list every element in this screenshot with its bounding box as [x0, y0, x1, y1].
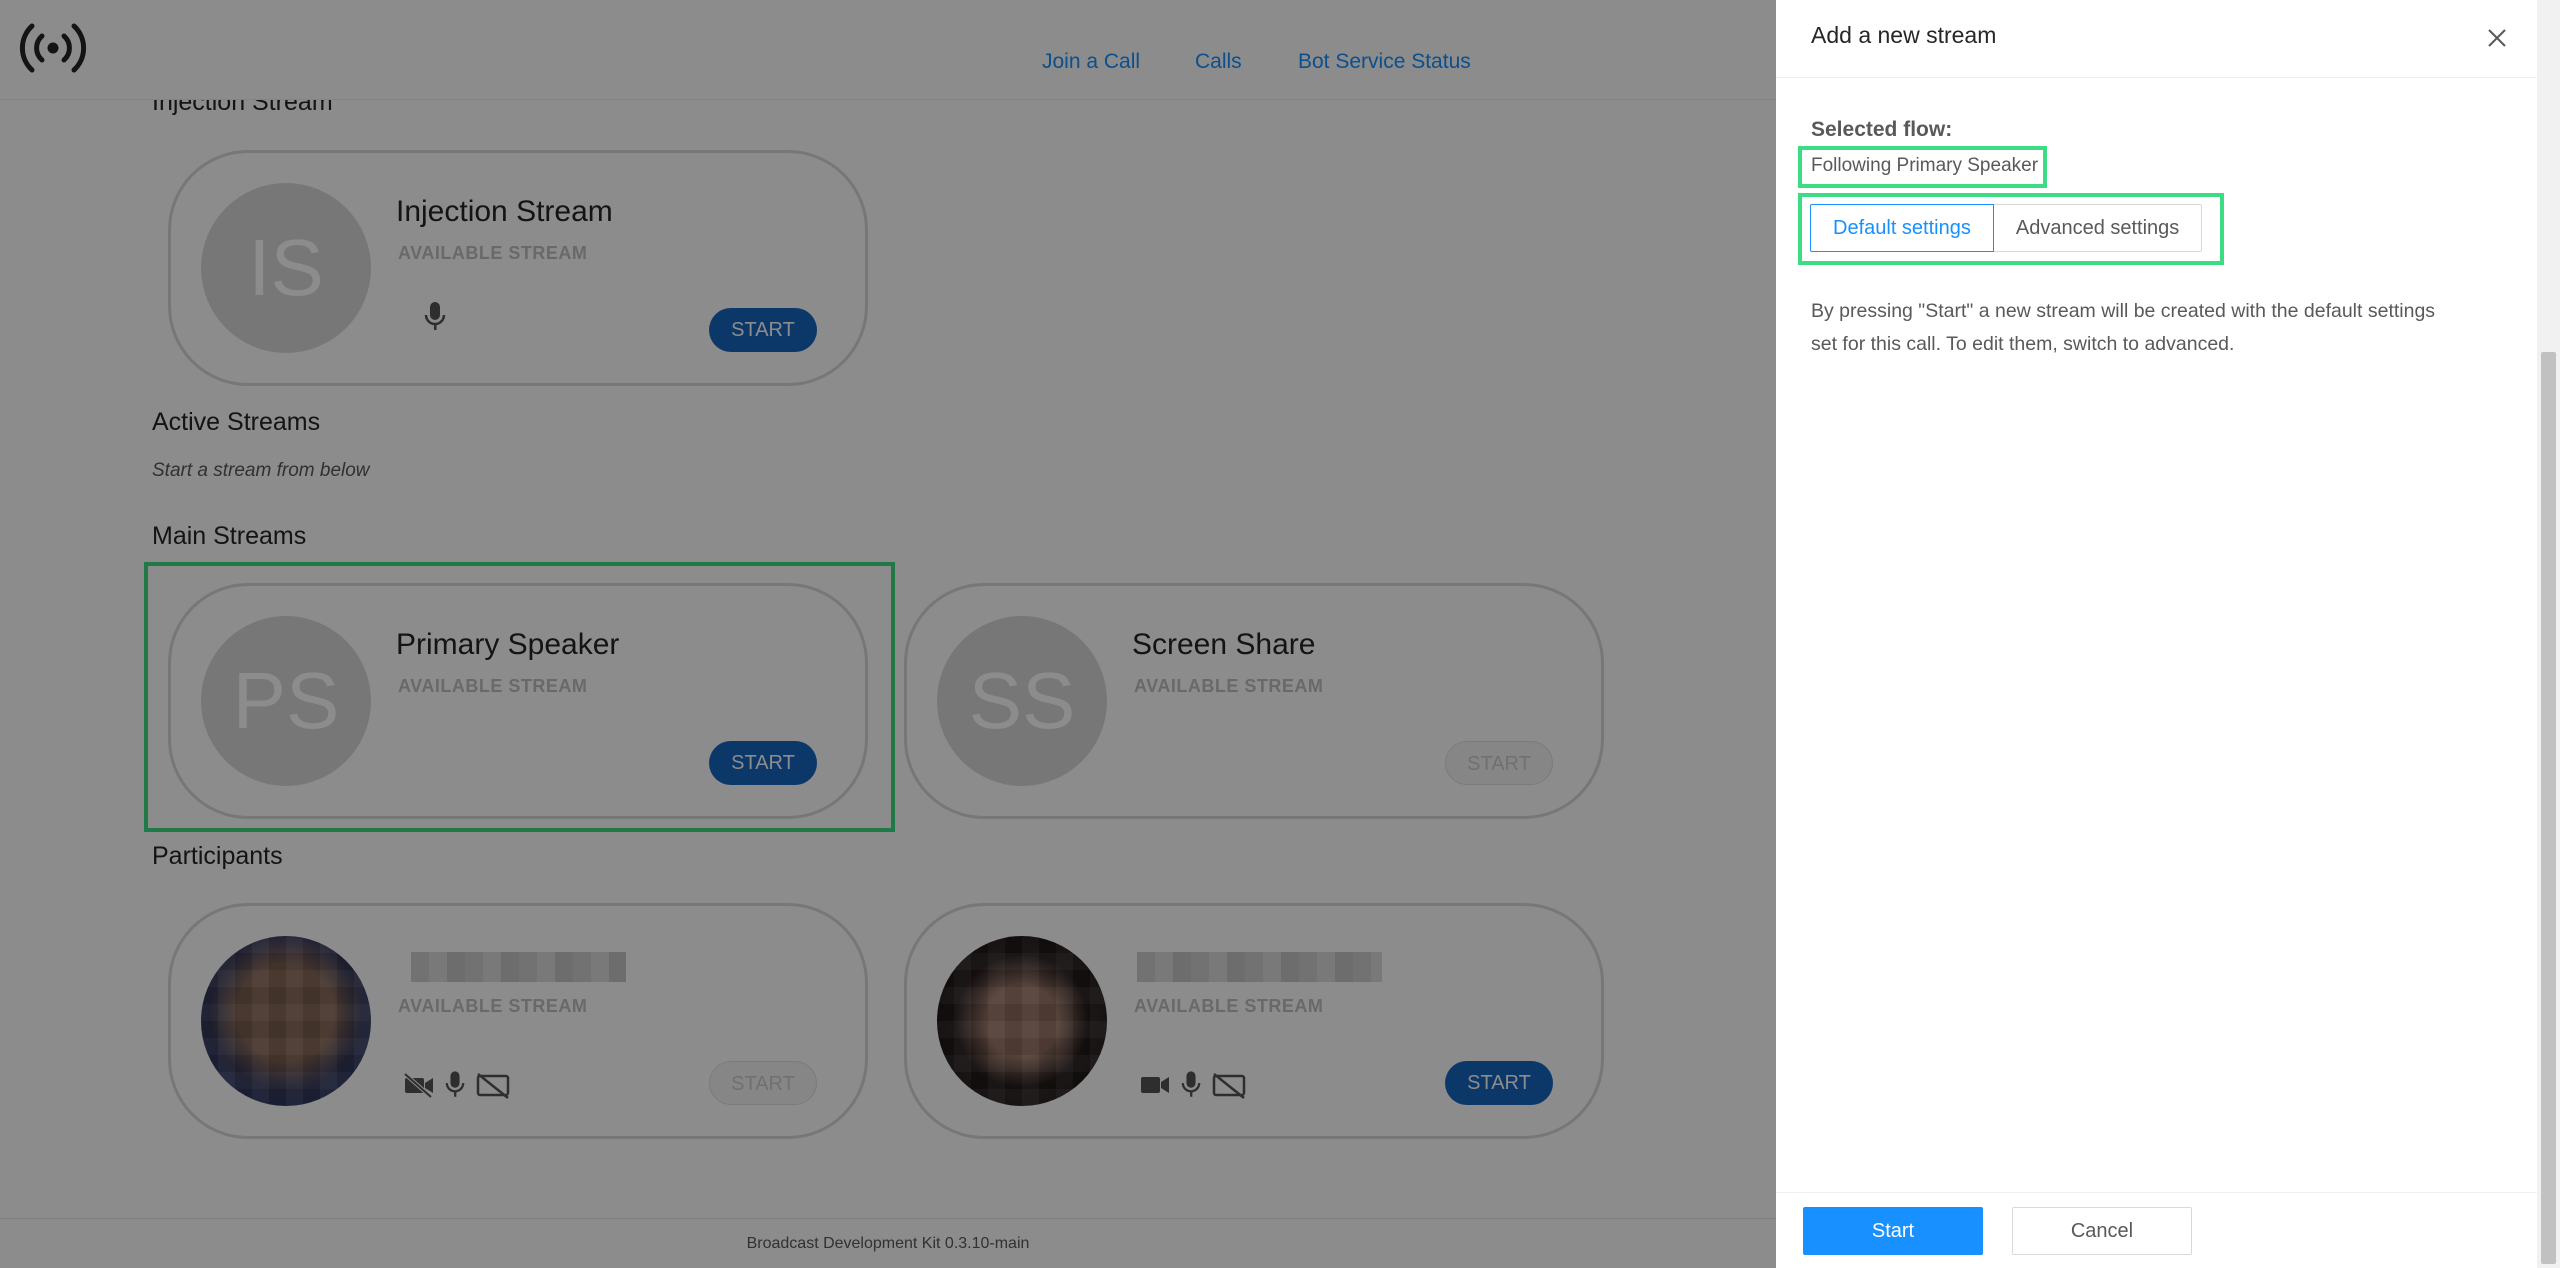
start-button[interactable]: Start	[1803, 1207, 1983, 1255]
settings-mode-toggle: Default settings Advanced settings	[1810, 204, 2220, 252]
drawer-footer: Start Cancel	[1776, 1192, 2537, 1268]
drawer-title: Add a new stream	[1811, 22, 1997, 48]
tab-advanced-settings[interactable]: Advanced settings	[1993, 204, 2203, 252]
scrollbar-thumb[interactable]	[2541, 352, 2556, 1264]
selected-flow-value: Following Primary Speaker	[1811, 155, 2039, 176]
add-stream-drawer: Add a new stream Selected flow: Followin…	[1776, 0, 2537, 1268]
drawer-description: By pressing "Start" a new stream will be…	[1811, 300, 2436, 355]
close-icon[interactable]	[2481, 22, 2513, 54]
tab-default-settings[interactable]: Default settings	[1810, 204, 1994, 252]
drawer-scrollbar[interactable]	[2537, 0, 2560, 1268]
cancel-button[interactable]: Cancel	[2012, 1207, 2192, 1255]
drawer-header: Add a new stream	[1776, 0, 2537, 78]
selected-flow-label: Selected flow:	[1811, 118, 1953, 141]
